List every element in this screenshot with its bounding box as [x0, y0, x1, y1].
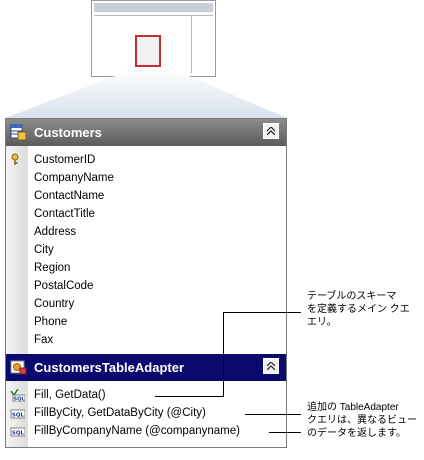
additional-query-note-line: 追加の TableAdapter — [307, 402, 399, 413]
main-query-note: テーブルのスキーマ を定義するメイン クエ エリ。 — [307, 290, 410, 329]
additional-query-note-line: クエリは、異なるビュー — [307, 415, 417, 426]
main-query-note-line: テーブルのスキーマ — [307, 291, 397, 302]
main-query-note-line: エリ。 — [307, 317, 337, 328]
column-row[interactable]: Address — [34, 224, 76, 240]
sql-badge-text: SQL — [12, 412, 25, 418]
column-row[interactable]: Fax — [34, 332, 53, 348]
tableadapter-header[interactable]: CustomersTableAdapter — [6, 354, 286, 381]
additional-query-connector-3 — [269, 432, 301, 433]
datatable-icon — [10, 124, 27, 141]
additional-query-note-line: のデータを返します。 — [307, 428, 406, 439]
column-row[interactable]: ContactTitle — [34, 206, 95, 222]
main-query-connector-top — [223, 312, 301, 313]
column-sidebar — [6, 146, 28, 354]
column-row[interactable]: PostalCode — [34, 278, 93, 294]
column-row[interactable]: CustomerID — [34, 152, 95, 168]
query-row[interactable]: FillByCity, GetDataByCity (@City) — [34, 405, 206, 421]
table-collapse-button[interactable] — [263, 123, 279, 139]
sql-query-icon: SQL — [10, 427, 25, 437]
main-query-note-line: を定義するメイン クエ — [307, 304, 410, 315]
main-query-connector-horizontal — [155, 396, 224, 397]
table-header[interactable]: Customers — [6, 119, 286, 146]
column-row[interactable]: City — [34, 242, 54, 258]
column-row[interactable]: Phone — [34, 314, 67, 330]
tableadapter-icon — [10, 360, 27, 375]
zoom-funnel — [5, 68, 287, 118]
query-row[interactable]: FillByCompanyName (@companyname) — [34, 423, 240, 439]
tableadapter-collapse-button[interactable] — [263, 358, 279, 374]
additional-query-note: 追加の TableAdapter クエリは、異なるビュー のデータを返します。 — [307, 401, 417, 440]
table-title: Customers — [34, 125, 102, 140]
additional-query-connector-1 — [245, 414, 267, 415]
customers-datatable[interactable]: Customers CustomerID CompanyName Contact… — [5, 118, 287, 448]
column-row[interactable]: ContactName — [34, 188, 104, 204]
sql-badge-text: SQL — [12, 430, 25, 436]
sql-query-icon: SQL — [10, 409, 25, 419]
main-query-connector-vertical — [223, 312, 224, 397]
column-row[interactable]: Region — [34, 260, 70, 276]
column-row[interactable]: CompanyName — [34, 170, 114, 186]
query-row[interactable]: Fill, GetData() — [34, 387, 106, 403]
column-row[interactable]: Country — [34, 296, 74, 312]
sql-query-main-icon: SQL — [10, 389, 25, 402]
chevron-up-icon — [267, 127, 275, 135]
sql-badge-text: SQL — [13, 397, 25, 402]
additional-query-connector-2 — [267, 414, 301, 415]
tableadapter-title: CustomersTableAdapter — [34, 360, 185, 375]
primary-key-icon — [11, 153, 19, 165]
chevron-up-icon — [267, 362, 275, 370]
